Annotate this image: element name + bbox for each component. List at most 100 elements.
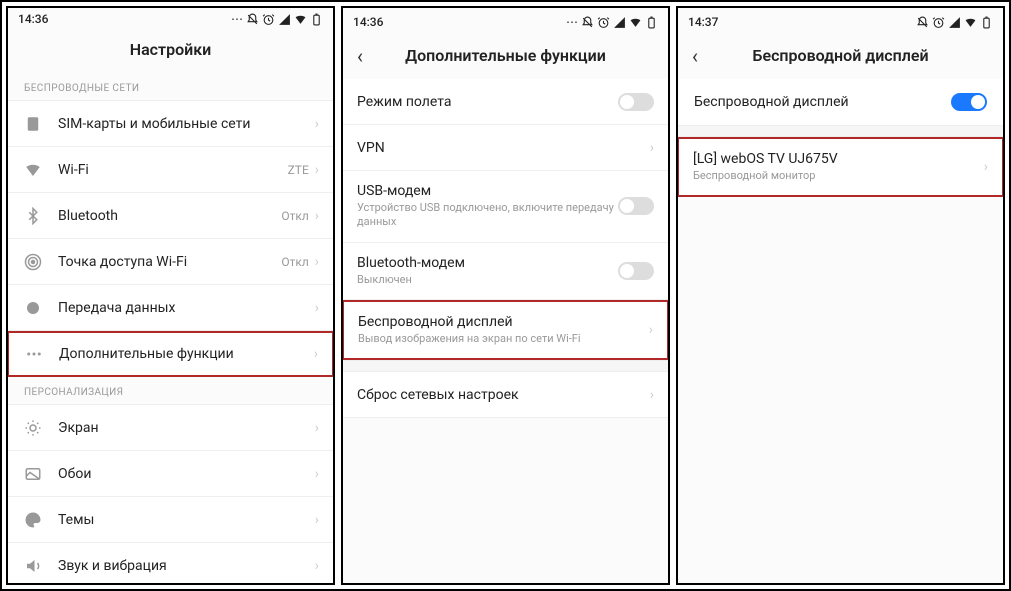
label: Звук и вибрация <box>58 558 315 574</box>
more-icon: ⋯ <box>231 12 243 26</box>
toggle-wireless-display[interactable] <box>951 93 987 111</box>
row-sound[interactable]: Звук и вибрация › <box>8 543 333 585</box>
alarm-icon <box>262 13 275 26</box>
clock: 14:36 <box>18 12 48 26</box>
row-reset-network[interactable]: Сброс сетевых настроек › <box>343 372 668 418</box>
label: Беспроводной дисплей <box>694 94 951 110</box>
page-title: Беспроводной дисплей <box>692 46 989 65</box>
label: SIM-карты и мобильные сети <box>58 116 315 132</box>
chevron-right-icon: › <box>315 300 319 316</box>
list-wireless: SIM-карты и мобильные сети › Wi-Fi ZTE ›… <box>8 101 333 377</box>
status-bar: 14:36 ⋯ <box>8 8 333 26</box>
chevron-right-icon: › <box>315 558 319 574</box>
sim-icon <box>22 115 44 133</box>
alarm-icon <box>597 16 610 29</box>
chevron-right-icon: › <box>650 387 654 403</box>
signal-icon <box>613 16 626 29</box>
value: Откл <box>281 255 308 269</box>
label: Беспроводной дисплей <box>358 314 649 330</box>
screen-settings: 14:36 ⋯ Настройки БЕСПРОВОДНЫЕ СЕТИ SIM-… <box>6 6 335 585</box>
row-wireless-display[interactable]: Беспроводной дисплей Вывод изображения н… <box>342 300 669 360</box>
wifi-icon <box>629 16 642 29</box>
header: Настройки <box>8 26 333 73</box>
sublabel: Вывод изображения на экран по сети Wi-Fi <box>358 332 649 346</box>
wifi-icon <box>22 161 44 179</box>
status-bar: 14:36 ⋯ <box>343 8 668 32</box>
bell-off-icon <box>581 16 594 29</box>
data-icon <box>22 299 44 317</box>
row-usb-tether[interactable]: USB-модем Устройство USB подключено, вкл… <box>343 171 668 243</box>
toggle-airplane[interactable] <box>618 93 654 111</box>
page-title: Настройки <box>22 40 319 59</box>
label: VPN <box>357 140 650 156</box>
section-personalization: ПЕРСОНАЛИЗАЦИЯ <box>8 377 333 405</box>
row-sim[interactable]: SIM-карты и мобильные сети › <box>8 101 333 147</box>
row-bluetooth[interactable]: Bluetooth Откл › <box>8 193 333 239</box>
row-more[interactable]: Дополнительные функции › <box>7 331 334 377</box>
label: Режим полета <box>357 94 618 110</box>
clock: 14:37 <box>688 15 718 29</box>
row-cast-toggle[interactable]: Беспроводной дисплей <box>678 79 1003 125</box>
bell-off-icon <box>916 16 929 29</box>
label: Сброс сетевых настроек <box>357 387 650 403</box>
signal-icon <box>278 13 291 26</box>
toggle-usb[interactable] <box>618 197 654 215</box>
toggle-bt[interactable] <box>618 262 654 280</box>
status-icons <box>916 16 993 29</box>
row-wallpaper[interactable]: Обои › <box>8 451 333 497</box>
chevron-right-icon: › <box>984 159 988 175</box>
more-icon <box>23 345 45 363</box>
page-title: Дополнительные функции <box>357 46 654 65</box>
header: ‹ Дополнительные функции <box>343 32 668 79</box>
alarm-icon <box>932 16 945 29</box>
screen-more: 14:36 ⋯ ‹ Дополнительные функции Режим п… <box>341 6 670 585</box>
chevron-right-icon: › <box>650 140 654 156</box>
battery-icon <box>645 16 658 29</box>
status-icons: ⋯ <box>566 15 658 29</box>
label: Передача данных <box>58 300 315 316</box>
bell-off-icon <box>246 13 259 26</box>
row-themes[interactable]: Темы › <box>8 497 333 543</box>
label: Bluetooth-модем <box>357 255 618 271</box>
label: Темы <box>58 512 315 528</box>
label: Обои <box>58 466 315 482</box>
sublabel: Устройство USB подключено, включите пере… <box>357 201 618 230</box>
label: Точка доступа Wi-Fi <box>58 254 281 270</box>
chevron-right-icon: › <box>315 466 319 482</box>
section-wireless: БЕСПРОВОДНЫЕ СЕТИ <box>8 73 333 101</box>
battery-icon <box>310 13 323 26</box>
list-personalization: Экран › Обои › Темы › Звук и вибрация › <box>8 405 333 585</box>
chevron-right-icon: › <box>315 162 319 178</box>
value: Откл <box>281 209 308 223</box>
row-bt-tether[interactable]: Bluetooth-модем Выключен <box>343 243 668 300</box>
screen-wireless-display: 14:37 ‹ Беспроводной дисплей Беспроводно… <box>676 6 1005 585</box>
label: Bluetooth <box>58 208 281 224</box>
speaker-icon <box>22 557 44 575</box>
more-icon: ⋯ <box>566 15 578 29</box>
row-display[interactable]: Экран › <box>8 405 333 451</box>
hotspot-icon <box>22 253 44 271</box>
row-data[interactable]: Передача данных › <box>8 285 333 331</box>
row-device-lg-tv[interactable]: [LG] webOS TV UJ675V Беспроводной монито… <box>677 137 1004 197</box>
back-button[interactable]: ‹ <box>692 44 698 68</box>
row-wifi[interactable]: Wi-Fi ZTE › <box>8 147 333 193</box>
chevron-right-icon: › <box>315 420 319 436</box>
row-airplane[interactable]: Режим полета <box>343 79 668 125</box>
battery-icon <box>980 16 993 29</box>
chevron-right-icon: › <box>315 116 319 132</box>
row-vpn[interactable]: VPN › <box>343 125 668 171</box>
chevron-right-icon: › <box>649 322 653 338</box>
label: Wi-Fi <box>58 162 288 178</box>
chevron-right-icon: › <box>315 254 319 270</box>
header: ‹ Беспроводной дисплей <box>678 32 1003 79</box>
brightness-icon <box>22 419 44 437</box>
chevron-right-icon: › <box>315 208 319 224</box>
back-button[interactable]: ‹ <box>357 44 363 68</box>
separator <box>678 125 1003 137</box>
row-hotspot[interactable]: Точка доступа Wi-Fi Откл › <box>8 239 333 285</box>
status-icons: ⋯ <box>231 12 323 26</box>
image-icon <box>22 465 44 483</box>
chevron-right-icon: › <box>315 512 319 528</box>
device-sub: Беспроводной монитор <box>693 169 984 183</box>
signal-icon <box>948 16 961 29</box>
